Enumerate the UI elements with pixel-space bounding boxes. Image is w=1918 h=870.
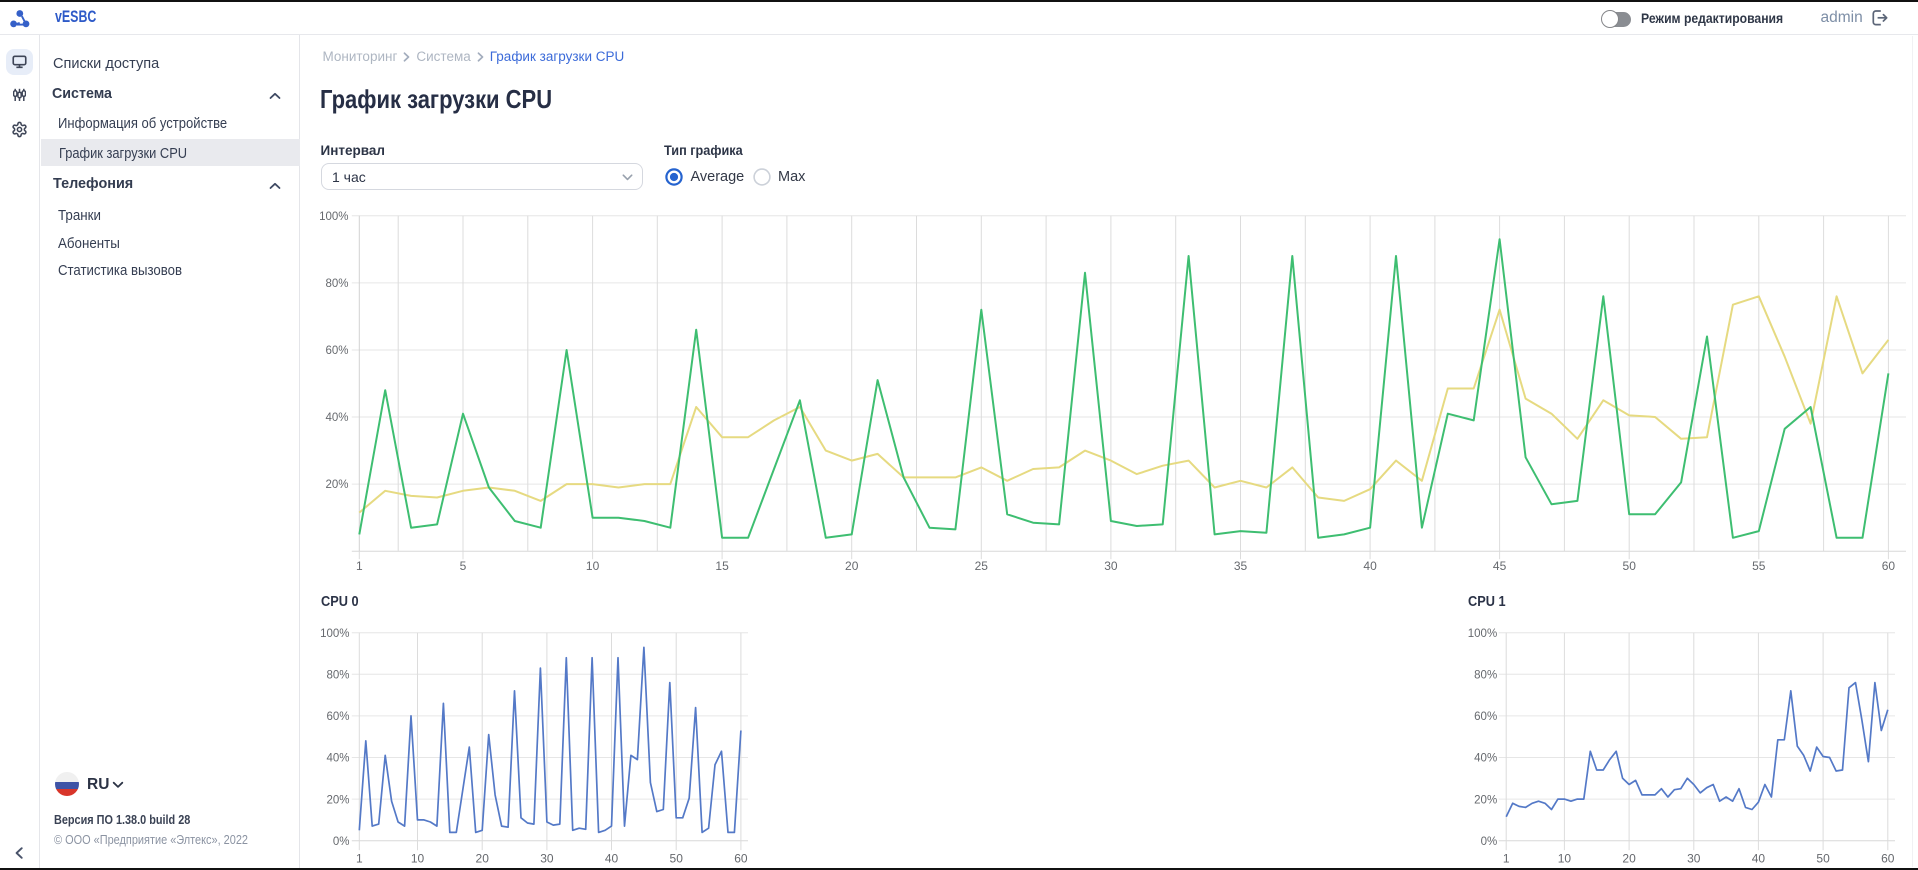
- svg-text:100%: 100%: [319, 211, 348, 223]
- svg-text:0%: 0%: [1481, 836, 1498, 848]
- svg-text:40: 40: [1752, 852, 1766, 866]
- svg-text:35: 35: [1234, 559, 1248, 573]
- svg-text:15: 15: [715, 559, 729, 573]
- svg-text:40%: 40%: [326, 753, 349, 765]
- svg-text:5: 5: [460, 559, 467, 573]
- svg-text:25: 25: [975, 559, 989, 573]
- svg-text:40: 40: [1363, 559, 1377, 573]
- svg-text:20: 20: [845, 559, 859, 573]
- svg-text:100%: 100%: [320, 628, 349, 640]
- svg-text:50: 50: [1816, 852, 1830, 866]
- svg-text:30: 30: [540, 852, 554, 866]
- svg-text:1: 1: [356, 559, 363, 573]
- svg-text:60: 60: [1881, 852, 1895, 866]
- svg-text:40%: 40%: [1474, 753, 1497, 765]
- svg-text:40%: 40%: [325, 412, 348, 424]
- svg-text:60: 60: [734, 852, 748, 866]
- svg-text:10: 10: [1558, 852, 1572, 866]
- svg-text:55: 55: [1752, 559, 1766, 573]
- svg-text:50: 50: [1623, 559, 1637, 573]
- svg-text:40: 40: [605, 852, 619, 866]
- svg-text:80%: 80%: [1474, 670, 1497, 682]
- svg-text:60%: 60%: [1474, 711, 1497, 723]
- svg-text:10: 10: [586, 559, 600, 573]
- svg-text:60%: 60%: [326, 711, 349, 723]
- svg-text:10: 10: [411, 852, 425, 866]
- svg-text:100%: 100%: [1468, 628, 1497, 640]
- svg-text:30: 30: [1104, 559, 1118, 573]
- svg-text:20%: 20%: [1474, 794, 1497, 806]
- svg-text:1: 1: [1503, 852, 1510, 866]
- svg-text:20: 20: [1622, 852, 1636, 866]
- svg-text:80%: 80%: [326, 670, 349, 682]
- svg-text:20: 20: [476, 852, 490, 866]
- svg-text:60: 60: [1882, 559, 1896, 573]
- svg-text:20%: 20%: [326, 794, 349, 806]
- svg-text:20%: 20%: [325, 479, 348, 491]
- svg-text:0%: 0%: [333, 836, 350, 848]
- svg-text:60%: 60%: [325, 345, 348, 357]
- svg-text:30: 30: [1687, 852, 1701, 866]
- svg-text:80%: 80%: [325, 278, 348, 290]
- svg-text:50: 50: [670, 852, 684, 866]
- svg-text:45: 45: [1493, 559, 1507, 573]
- svg-text:1: 1: [356, 852, 363, 866]
